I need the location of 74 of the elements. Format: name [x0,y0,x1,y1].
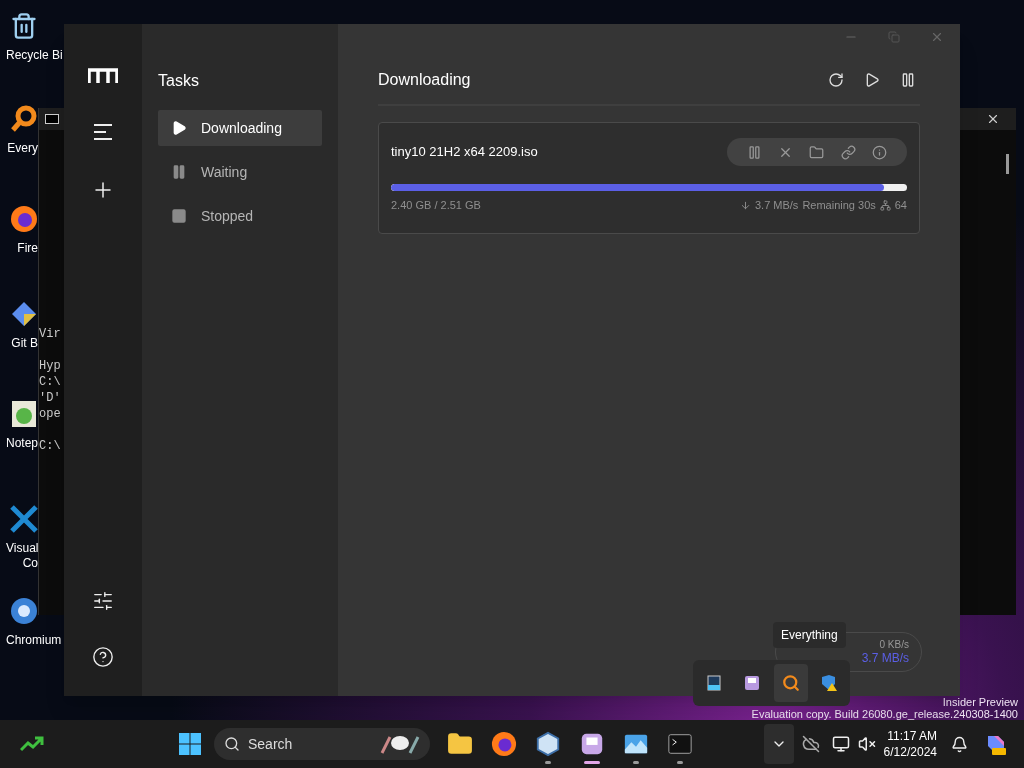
task-name: tiny10 21H2 x64 2209.iso [391,143,538,162]
search-field[interactable]: Search [214,728,430,760]
cube-icon [535,731,561,757]
help-icon[interactable] [92,646,114,668]
stop-icon [171,208,187,224]
watermark-text: Insider Preview [942,696,1018,708]
shield-warning-icon[interactable] [819,674,838,692]
logo-icon[interactable] [88,68,118,84]
desktop-icon-label[interactable]: Fire [6,241,38,256]
refresh-icon[interactable] [828,72,844,88]
desktop-icon-label[interactable]: Visual Co [6,541,38,571]
folder-icon[interactable] [809,144,825,160]
desktop-icon-label[interactable]: Every [6,141,38,156]
window-icon[interactable] [707,675,722,691]
magnifier-icon [10,105,38,133]
play-icon [171,120,187,136]
pause-icon [171,164,187,180]
diamond-icon [10,300,38,328]
category-item[interactable]: Downloading [158,110,322,146]
app-icon[interactable] [744,675,761,691]
start-icon[interactable] [178,732,202,756]
play-icon[interactable] [864,72,880,88]
notification-icon[interactable] [951,735,968,753]
browser-icon [10,205,38,233]
speaker-muted-icon[interactable] [857,735,876,753]
tooltip: Everything [773,622,846,648]
watermark-text: Evaluation copy. Build 26080.ge_release.240308-1400 [751,708,1018,720]
browser-icon [491,731,517,757]
desktop-icon-label[interactable]: Git B [6,336,38,351]
task-size: 2.40 GB / 2.51 GB [391,198,481,213]
console-text: C:\ [39,438,62,454]
page-title: Downloading [378,70,471,90]
chromium-icon [10,597,38,625]
task-remaining: Remaining 30s [802,198,876,213]
console-text: ope [39,406,62,422]
network-icon[interactable] [831,735,850,753]
link-icon[interactable] [840,144,856,160]
desktop-icon-label[interactable]: Recycle Bi [6,48,64,63]
folder-icon [447,731,473,757]
search-placeholder: Search [248,734,293,754]
pause-icon[interactable] [900,72,916,88]
tasks-title: Tasks [158,71,200,91]
stocks-arrow-icon[interactable] [20,736,44,752]
clock[interactable]: 11:17 AM 6/12/2024 [883,728,937,760]
info-icon[interactable] [871,144,887,160]
console-icon [45,114,59,124]
connections-icon [879,199,891,211]
download-speed: 3.7 MB/s [861,651,909,666]
cloud-off-icon[interactable] [801,735,820,753]
task-connections: 64 [894,198,907,213]
console-text: Vir [39,326,62,342]
search-icon [224,736,240,752]
settings-icon[interactable] [92,590,114,612]
tray-item-hovered[interactable] [773,664,808,702]
recycle-bin-icon [10,12,38,40]
console-text: Hyp [39,358,62,374]
notepad-icon [10,400,38,428]
scrollbar-thumb[interactable] [1006,154,1009,174]
category-item[interactable]: Waiting [158,154,322,190]
task-speed: 3.7 MB/s [754,198,799,213]
task-card[interactable]: tiny10 21H2 x64 2209.iso 2.40 GB / 2.51 GB 3.7 MB/s Remaining 30s 64 [378,122,920,234]
console-text: C:\ [39,374,62,390]
app-icon [579,731,605,757]
menu-icon[interactable] [93,124,113,140]
desktop-icon-label[interactable]: Chromium [6,633,64,648]
magnifier-icon [781,674,800,692]
download-icon [739,199,751,211]
upload-speed: 0 KB/s [879,638,909,651]
desktop-icon-label[interactable]: Notep [6,436,38,451]
category-item[interactable]: Stopped [158,198,322,234]
tray-chevron[interactable] [763,724,794,764]
terminal-icon [667,731,693,757]
close-icon[interactable] [986,112,1000,126]
console-text: 'D' [39,390,62,406]
